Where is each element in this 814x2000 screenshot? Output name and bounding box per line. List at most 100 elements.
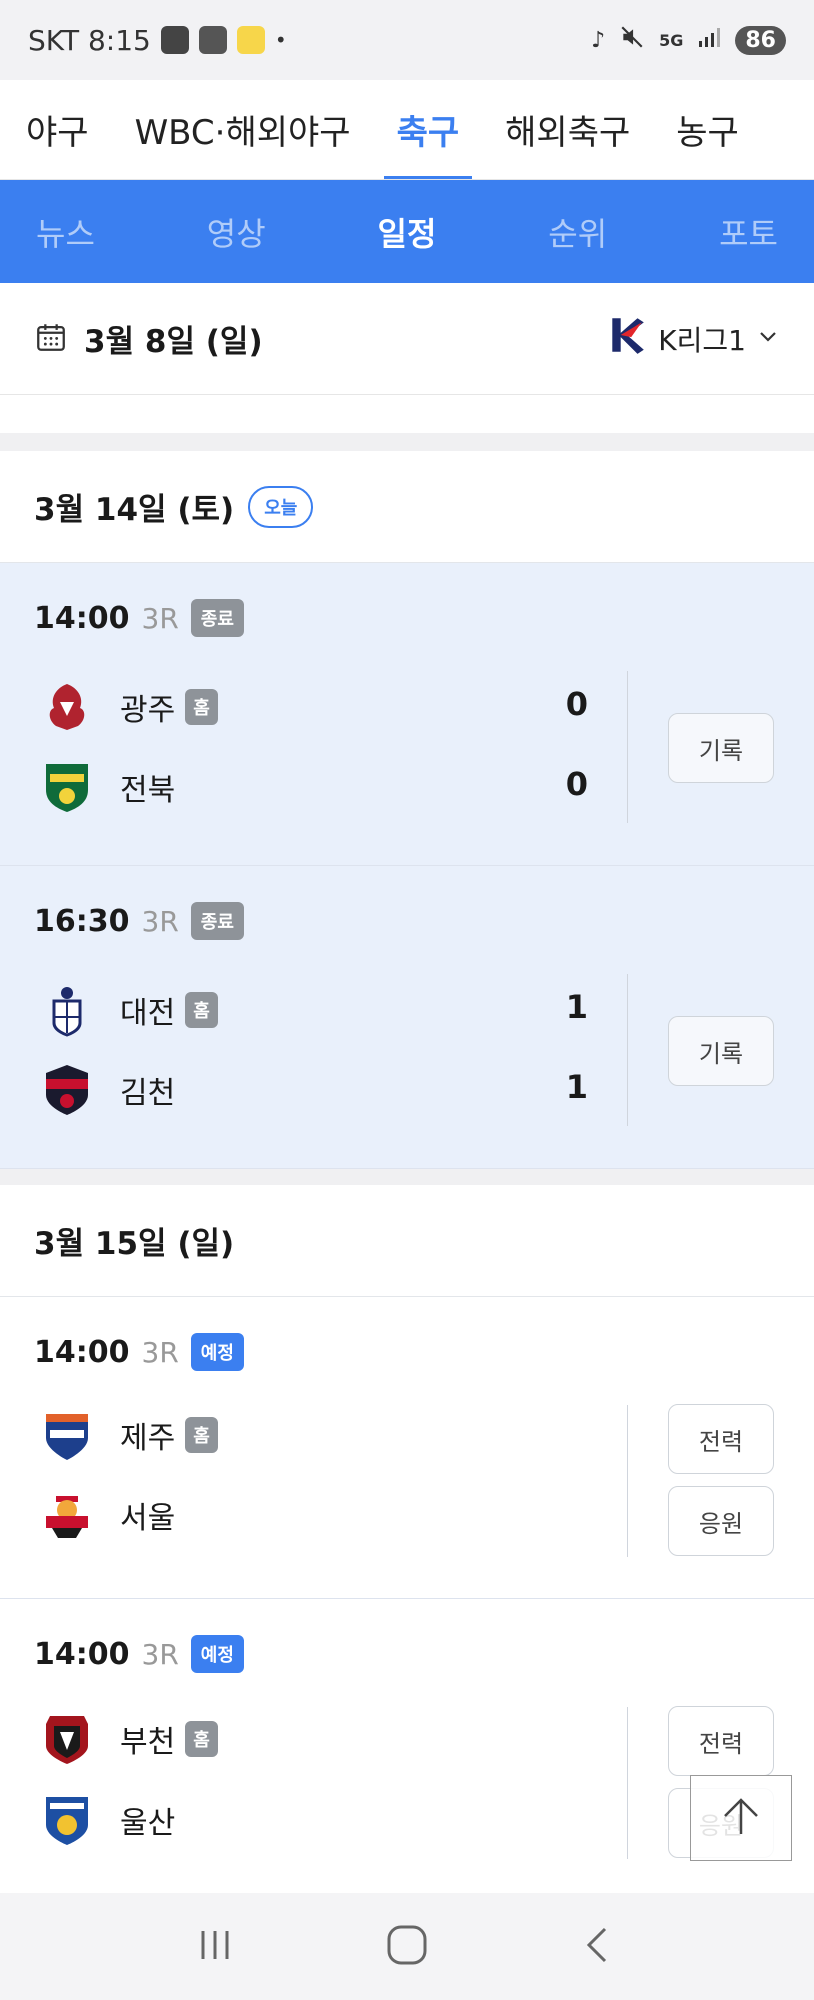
divider <box>0 435 814 451</box>
home-badge: 홈 <box>185 1417 218 1453</box>
arrow-up-icon <box>717 1792 765 1844</box>
tab-standings[interactable]: 순위 <box>548 209 607 255</box>
team-name: 광주 <box>120 693 176 728</box>
tab-photo[interactable]: 포토 <box>719 209 778 255</box>
status-badge: 종료 <box>190 902 244 940</box>
ulsan-logo-icon <box>40 1793 94 1847</box>
home-score: 0 <box>565 685 588 723</box>
section-header-day1: 3월 14일 (토) 오늘 <box>0 451 814 563</box>
back-icon[interactable] <box>579 1925 619 1969</box>
match-time: 14:00 <box>34 600 130 636</box>
home-team: 대전 홈 <box>40 983 218 1037</box>
cheer-button[interactable]: 응원 <box>668 1486 774 1556</box>
home-team: 광주 홈 <box>40 680 218 734</box>
mute-icon <box>619 24 645 56</box>
team-name: 부천 <box>120 1725 176 1760</box>
away-team: 울산 <box>40 1793 175 1847</box>
match-round: 3R <box>141 1335 179 1369</box>
home-badge: 홈 <box>185 992 218 1028</box>
home-icon[interactable] <box>385 1923 429 1971</box>
signal-icon <box>697 25 721 55</box>
bucheon-logo-icon <box>40 1712 94 1766</box>
away-team: 서울 <box>40 1488 175 1542</box>
away-score: 0 <box>565 765 588 803</box>
lineup-button[interactable]: 전력 <box>668 1706 774 1776</box>
calendar-icon[interactable] <box>34 320 68 358</box>
team-name: 김천 <box>120 1076 176 1111</box>
team-name: 제주 <box>120 1421 176 1456</box>
section-header-day2: 3월 15일 (일) <box>0 1185 814 1297</box>
chevron-down-icon <box>756 322 780 355</box>
tab-basketball[interactable]: 농구 <box>653 80 762 179</box>
seoul-logo-icon <box>40 1488 94 1542</box>
home-team: 제주 홈 <box>40 1408 218 1462</box>
today-badge: 오늘 <box>248 485 314 528</box>
app-notification-icon <box>198 26 227 54</box>
match-card[interactable]: 14:00 3R 종료 광주 홈 0 전북 0 기록 <box>0 563 814 866</box>
tab-football[interactable]: 축구 <box>374 80 483 179</box>
status-badge: 예정 <box>190 1333 244 1371</box>
away-team: 전북 <box>40 760 175 814</box>
record-button[interactable]: 기록 <box>668 713 774 783</box>
match-round: 3R <box>141 904 179 938</box>
tab-schedule[interactable]: 일정 <box>378 209 437 255</box>
music-icon: ♪ <box>591 27 606 53</box>
status-bar: SKT 8:15 • ♪ 5G 86 <box>0 0 814 80</box>
section-date: 3월 15일 (일) <box>34 1226 235 1262</box>
divider <box>0 395 814 435</box>
match-time: 14:00 <box>34 1636 130 1672</box>
daejeon-logo-icon <box>40 983 94 1037</box>
team-name: 울산 <box>120 1806 176 1841</box>
kakao-icon <box>236 26 265 54</box>
scroll-to-top-button[interactable] <box>690 1775 792 1861</box>
home-badge: 홈 <box>185 1721 218 1757</box>
recent-apps-icon[interactable] <box>195 1925 235 1969</box>
notification-icon <box>160 26 189 54</box>
away-team: 김천 <box>40 1063 175 1117</box>
jeju-logo-icon <box>40 1408 94 1462</box>
tab-video[interactable]: 영상 <box>207 209 266 255</box>
status-badge: 예정 <box>190 1635 244 1673</box>
tab-wbc-overseas-baseball[interactable]: WBC·해외야구 <box>112 80 374 179</box>
status-badge: 종료 <box>190 599 244 637</box>
date-bar: 3월 8일 (일) K리그1 <box>0 283 814 395</box>
divider <box>627 1707 628 1859</box>
tab-overseas-football[interactable]: 해외축구 <box>482 80 653 179</box>
gimcheon-logo-icon <box>40 1063 94 1117</box>
gwangju-logo-icon <box>40 680 94 734</box>
league-label: K리그1 <box>658 323 746 357</box>
home-score: 1 <box>565 988 588 1026</box>
match-card[interactable]: 16:30 3R 종료 대전 홈 1 김천 1 기록 <box>0 866 814 1169</box>
match-round: 3R <box>141 1637 179 1671</box>
home-badge: 홈 <box>185 689 218 725</box>
league-selector[interactable]: K리그1 <box>606 314 780 363</box>
divider <box>627 974 628 1126</box>
away-score: 1 <box>565 1068 588 1106</box>
divider <box>627 671 628 823</box>
tab-baseball[interactable]: 야구 <box>0 80 112 179</box>
jeonbuk-logo-icon <box>40 760 94 814</box>
match-time: 14:00 <box>34 1334 130 1370</box>
more-notifications-dot: • <box>274 28 287 52</box>
sport-tabs: 야구 WBC·해외야구 축구 해외축구 농구 <box>0 80 814 180</box>
match-round: 3R <box>141 601 179 635</box>
match-time: 16:30 <box>34 903 130 939</box>
home-team: 부천 홈 <box>40 1712 218 1766</box>
network-label: 5G <box>659 30 684 50</box>
lineup-button[interactable]: 전력 <box>668 1404 774 1474</box>
divider <box>0 1169 814 1185</box>
team-name: 전북 <box>120 773 176 808</box>
selected-date[interactable]: 3월 8일 (일) <box>84 316 263 361</box>
match-card[interactable]: 14:00 3R 예정 제주 홈 서울 전력 응원 <box>0 1297 814 1599</box>
tab-news[interactable]: 뉴스 <box>36 209 95 255</box>
team-name: 서울 <box>120 1501 176 1536</box>
carrier-time: SKT 8:15 <box>28 23 151 57</box>
section-date: 3월 14일 (토) <box>34 492 235 528</box>
system-nav-bar <box>0 1893 814 2000</box>
team-name: 대전 <box>120 996 176 1031</box>
k-league-logo-icon <box>606 314 648 363</box>
sub-tabs: 뉴스 영상 일정 순위 포토 <box>0 180 814 283</box>
record-button[interactable]: 기록 <box>668 1016 774 1086</box>
divider <box>627 1405 628 1557</box>
battery-indicator: 86 <box>735 25 786 55</box>
